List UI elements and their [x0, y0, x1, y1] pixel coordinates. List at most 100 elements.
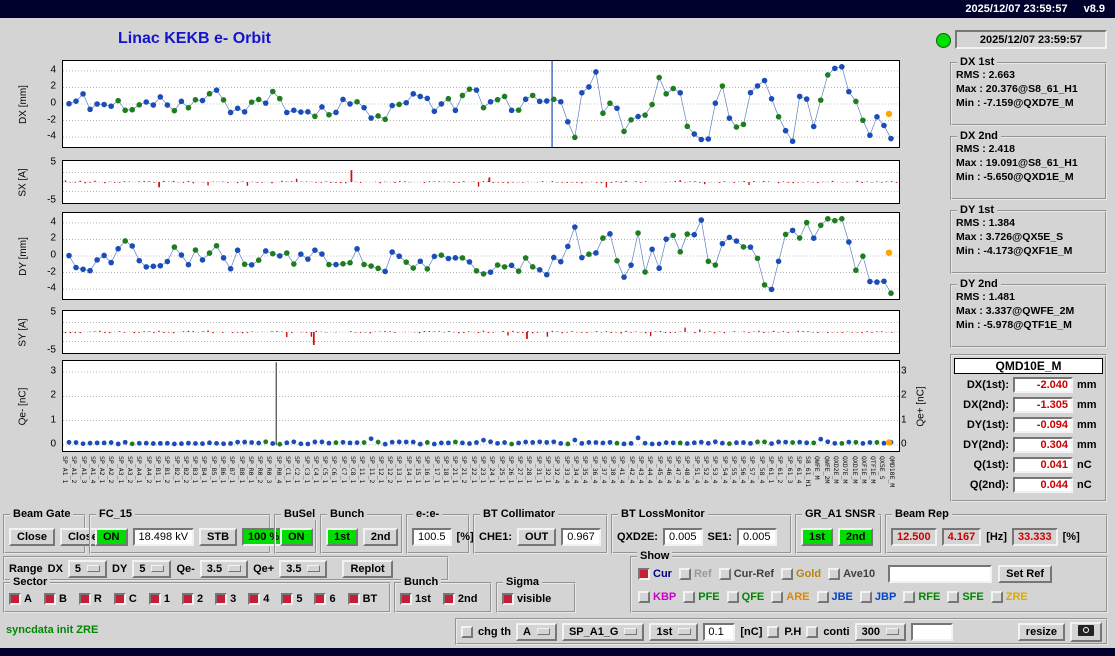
beam-gate-close1-button[interactable]: Close — [9, 528, 55, 546]
checkbox-item[interactable]: QFE — [727, 591, 765, 603]
checkbox-item[interactable]: C — [114, 593, 137, 605]
option-menu-mark-icon — [87, 565, 100, 572]
checkbox[interactable] — [114, 593, 126, 605]
checkbox[interactable] — [400, 593, 412, 605]
checkbox[interactable] — [991, 591, 1003, 603]
checkbox-item[interactable]: Cur — [638, 568, 672, 580]
replot-button[interactable]: Replot — [342, 560, 392, 578]
checkbox[interactable] — [314, 593, 326, 605]
sx-plot-area[interactable] — [62, 160, 900, 204]
qe-plot-area[interactable] — [62, 360, 900, 452]
checkbox[interactable] — [781, 568, 793, 580]
checkbox[interactable] — [771, 591, 783, 603]
dx-axis-ticks: 420-2-4 — [32, 60, 58, 148]
checkbox-item[interactable]: ARE — [771, 591, 809, 603]
checkbox-item[interactable]: 1 — [149, 593, 170, 605]
bunch-2nd-button[interactable]: 2nd — [363, 528, 399, 546]
checkbox-item[interactable]: Ave10 — [828, 568, 875, 580]
checkbox[interactable] — [248, 593, 260, 605]
checkbox-item[interactable]: Ref — [679, 568, 712, 580]
range-dx-select[interactable]: 5 — [68, 560, 107, 578]
beam-rep-title: Beam Rep — [892, 508, 952, 520]
checkbox-item[interactable]: R — [79, 593, 102, 605]
checkbox-item[interactable]: KBP — [638, 591, 676, 603]
checkbox-item[interactable]: PFE — [683, 591, 719, 603]
checkbox[interactable] — [719, 568, 731, 580]
checkbox[interactable] — [860, 591, 872, 603]
xaxis-label: SP_C2_1 — [293, 456, 301, 483]
checkbox[interactable] — [817, 591, 829, 603]
checkbox[interactable] — [903, 591, 915, 603]
checkbox[interactable] — [828, 568, 840, 580]
fc15-on-button[interactable]: ON — [95, 528, 128, 546]
bunch-select[interactable]: 1st — [649, 623, 698, 641]
checkbox[interactable] — [182, 593, 194, 605]
xaxis-label: SP_R0_3 — [265, 456, 273, 483]
sy-plot-area[interactable] — [62, 310, 900, 354]
blank-input[interactable] — [911, 623, 953, 641]
checkbox[interactable] — [947, 591, 959, 603]
option-menu-mark-icon — [624, 628, 637, 635]
checkbox-item[interactable]: 2 — [182, 593, 203, 605]
sector-select[interactable]: A — [516, 623, 557, 641]
xaxis-label: SP_37_4 — [600, 456, 608, 483]
checkbox-item[interactable]: Cur-Ref — [719, 568, 774, 580]
checkbox-item[interactable]: 6 — [314, 593, 335, 605]
camera-button[interactable] — [1070, 622, 1102, 642]
bunch-1st-button[interactable]: 1st — [326, 528, 358, 546]
checkbox-item[interactable]: ZRE — [991, 591, 1028, 603]
checkbox-item[interactable]: B — [44, 593, 67, 605]
checkbox-item[interactable]: 5 — [281, 593, 302, 605]
checkbox-item[interactable]: Gold — [781, 568, 821, 580]
axis-tick-label: 2 — [50, 233, 56, 244]
chg-th-checkbox[interactable] — [461, 626, 473, 638]
checkbox-item[interactable]: 1st — [400, 593, 431, 605]
checkbox[interactable] — [44, 593, 56, 605]
threshold-input[interactable] — [703, 623, 735, 641]
checkbox-item[interactable]: RFE — [903, 591, 940, 603]
gr-snsr-2nd-button[interactable]: 2nd — [838, 528, 874, 546]
checkbox-item[interactable]: visible — [502, 593, 551, 605]
checkbox[interactable] — [679, 568, 691, 580]
xaxis-label: SP_21_1 — [451, 456, 459, 483]
range-qe-minus-select[interactable]: 3.5 — [200, 560, 248, 578]
busel-on-button[interactable]: ON — [280, 528, 313, 546]
checkbox[interactable] — [149, 593, 161, 605]
bpm-select[interactable]: SP_A1_G — [562, 623, 645, 641]
ph-checkbox[interactable] — [767, 626, 779, 638]
conti-checkbox[interactable] — [806, 626, 818, 638]
range-dy-select[interactable]: 5 — [132, 560, 171, 578]
checkbox[interactable] — [281, 593, 293, 605]
checkbox[interactable] — [348, 593, 360, 605]
gr-snsr-1st-button[interactable]: 1st — [801, 528, 833, 546]
resize-button[interactable]: resize — [1018, 623, 1065, 641]
checkbox-item[interactable]: 3 — [215, 593, 236, 605]
dy-plot-area[interactable] — [62, 212, 900, 300]
checkbox-item[interactable]: 2nd — [443, 593, 478, 605]
checkbox[interactable] — [638, 591, 650, 603]
checkbox[interactable] — [215, 593, 227, 605]
qe-axis-ticks: 3210 — [32, 360, 58, 452]
checkbox[interactable] — [9, 593, 21, 605]
ref-file-input[interactable] — [888, 565, 992, 583]
fc15-stb-button[interactable]: STB — [199, 528, 237, 546]
che1-out-button[interactable]: OUT — [517, 528, 556, 546]
checkbox[interactable] — [443, 593, 455, 605]
set-ref-button[interactable]: Set Ref — [998, 565, 1052, 583]
interval-select[interactable]: 300 — [855, 623, 906, 641]
range-group: Range DX 5 DY 5 Qe- 3.5 Qe+ 3.5 Replot — [3, 556, 449, 581]
checkbox[interactable] — [638, 568, 650, 580]
checkbox-item[interactable]: BT — [348, 593, 378, 605]
checkbox[interactable] — [727, 591, 739, 603]
dx-plot-area[interactable] — [62, 60, 900, 148]
range-qe-plus-select[interactable]: 3.5 — [279, 560, 327, 578]
checkbox-item[interactable]: JBE — [817, 591, 853, 603]
checkbox[interactable] — [683, 591, 695, 603]
monitor-row-unit: mm — [1077, 419, 1097, 431]
checkbox-item[interactable]: JBP — [860, 591, 896, 603]
checkbox-item[interactable]: 4 — [248, 593, 269, 605]
checkbox[interactable] — [502, 593, 514, 605]
checkbox-item[interactable]: SFE — [947, 591, 983, 603]
checkbox-item[interactable]: A — [9, 593, 32, 605]
checkbox[interactable] — [79, 593, 91, 605]
